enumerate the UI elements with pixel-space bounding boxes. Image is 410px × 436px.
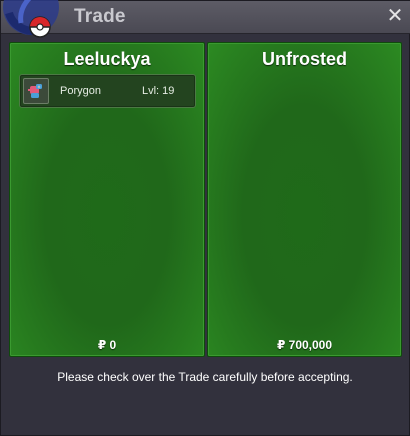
porygon-sprite-icon: [28, 84, 42, 98]
trade-item-porygon[interactable]: Porygon Lvl: 19: [19, 74, 196, 108]
pokemon-name: Porygon: [60, 85, 101, 97]
pokemon-icon: [23, 78, 49, 104]
money-offer: ₽ 0: [97, 338, 117, 352]
money-offer: ₽ 700,000: [276, 338, 333, 352]
trade-warning-message: Please check over the Trade carefully be…: [57, 370, 353, 384]
trade-window: Trade ✕ Leeluckya Porygon Lvl: 19 ₽ 0 Un…: [0, 0, 410, 436]
trade-panel-unfrosted: Unfrosted ₽ 700,000: [207, 42, 402, 357]
close-icon[interactable]: ✕: [384, 5, 406, 27]
trader-name: Leeluckya: [63, 49, 151, 69]
pokemon-level: Lvl: 19: [142, 85, 175, 97]
trade-logo-icon: [3, 0, 59, 38]
title-bar[interactable]: Trade ✕: [1, 0, 410, 38]
trade-panel-leeluckya: Leeluckya Porygon Lvl: 19 ₽ 0: [9, 42, 205, 357]
window-title: Trade: [74, 6, 126, 27]
trader-name: Unfrosted: [262, 49, 347, 69]
